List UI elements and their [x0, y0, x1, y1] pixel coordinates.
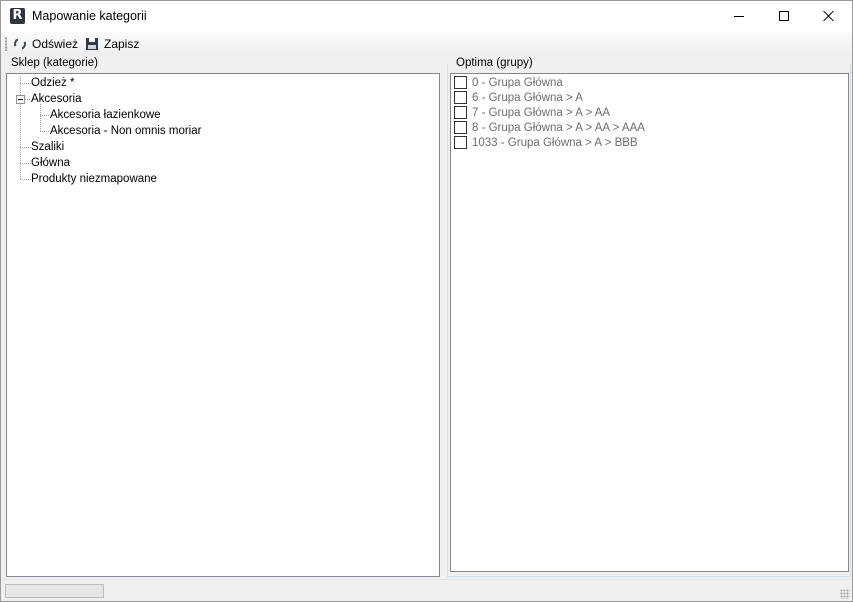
checkbox[interactable]: [454, 121, 467, 134]
checklist-item[interactable]: 6 - Grupa Główna > A: [454, 90, 583, 105]
close-icon: [823, 10, 835, 22]
tree-item-akcesoria-lazienkowe[interactable]: Akcesoria łazienkowe: [50, 107, 161, 123]
checklist-item-label: 6 - Grupa Główna > A: [472, 91, 583, 104]
checkbox[interactable]: [454, 106, 467, 119]
status-bar: [1, 579, 852, 601]
maximize-icon: [779, 11, 789, 21]
checkbox[interactable]: [454, 136, 467, 149]
shop-category-tree[interactable]: Odzież * Akcesoria Akcesoria łazienkowe …: [6, 73, 440, 577]
tree-connector: [20, 163, 31, 164]
checklist-item[interactable]: 0 - Grupa Główna: [454, 75, 563, 90]
minimize-button[interactable]: [716, 1, 762, 31]
window-title: Mapowanie kategorii: [32, 9, 147, 23]
checklist-item-label: 1033 - Grupa Główna > A > BBB: [472, 136, 638, 149]
tree-connector: [20, 83, 31, 84]
tree-connector: [40, 131, 50, 132]
collapse-icon[interactable]: [16, 95, 25, 104]
optima-group-checklist[interactable]: 0 - Grupa Główna 6 - Grupa Główna > A 7 …: [450, 73, 849, 572]
refresh-label: Odśwież: [32, 37, 79, 51]
checklist-item-label: 8 - Grupa Główna > A > AA > AAA: [472, 121, 645, 134]
refresh-icon: [12, 36, 28, 52]
save-button[interactable]: Zapisz: [85, 35, 139, 53]
main-window: R Mapowanie kategorii Odśwież Zapisz Skl…: [0, 0, 853, 602]
toolbar-grip-icon[interactable]: [5, 37, 7, 51]
tree-item-akcesoria[interactable]: Akcesoria: [31, 91, 82, 107]
checkbox[interactable]: [454, 91, 467, 104]
tree-connector: [20, 147, 31, 148]
checklist-item-label: 7 - Grupa Główna > A > AA: [472, 106, 611, 119]
tree-item-akcesoria-non-omnis-moriar[interactable]: Akcesoria - Non omnis moriar: [50, 123, 201, 139]
tree-connector: [40, 115, 50, 116]
tree-item-odziez[interactable]: Odzież *: [31, 75, 74, 91]
maximize-button[interactable]: [761, 1, 807, 31]
toolbar: Odśwież Zapisz: [1, 32, 852, 56]
tree-item-szaliki[interactable]: Szaliki: [31, 139, 64, 155]
title-bar: R Mapowanie kategorii: [1, 1, 852, 32]
checklist-item[interactable]: 8 - Grupa Główna > A > AA > AAA: [454, 120, 645, 135]
tree-view: Odzież * Akcesoria Akcesoria łazienkowe …: [7, 74, 439, 576]
checkbox[interactable]: [454, 76, 467, 89]
checklist-item[interactable]: 7 - Grupa Główna > A > AA: [454, 105, 610, 120]
progress-bar: [5, 584, 104, 598]
optima-groups-label: Optima (grupy): [454, 57, 535, 69]
tree-connector: [20, 179, 31, 180]
tree-item-produkty-niezmapowane[interactable]: Produkty niezmapowane: [31, 171, 157, 187]
checklist-item[interactable]: 1033 - Grupa Główna > A > BBB: [454, 135, 638, 150]
app-r-icon: R: [10, 8, 25, 24]
minimize-icon: [734, 15, 744, 17]
save-icon: [85, 37, 99, 51]
shop-categories-label: Sklep (kategorie): [9, 57, 100, 69]
resize-grip-icon[interactable]: [840, 589, 850, 599]
checklist-item-label: 0 - Grupa Główna: [472, 76, 563, 89]
save-label: Zapisz: [104, 37, 140, 51]
tree-item-glowna[interactable]: Główna: [31, 155, 70, 171]
close-button[interactable]: [806, 1, 852, 31]
refresh-button[interactable]: Odśwież: [12, 35, 79, 53]
tree-root-line: [20, 76, 21, 180]
tree-child-line: [40, 104, 41, 132]
